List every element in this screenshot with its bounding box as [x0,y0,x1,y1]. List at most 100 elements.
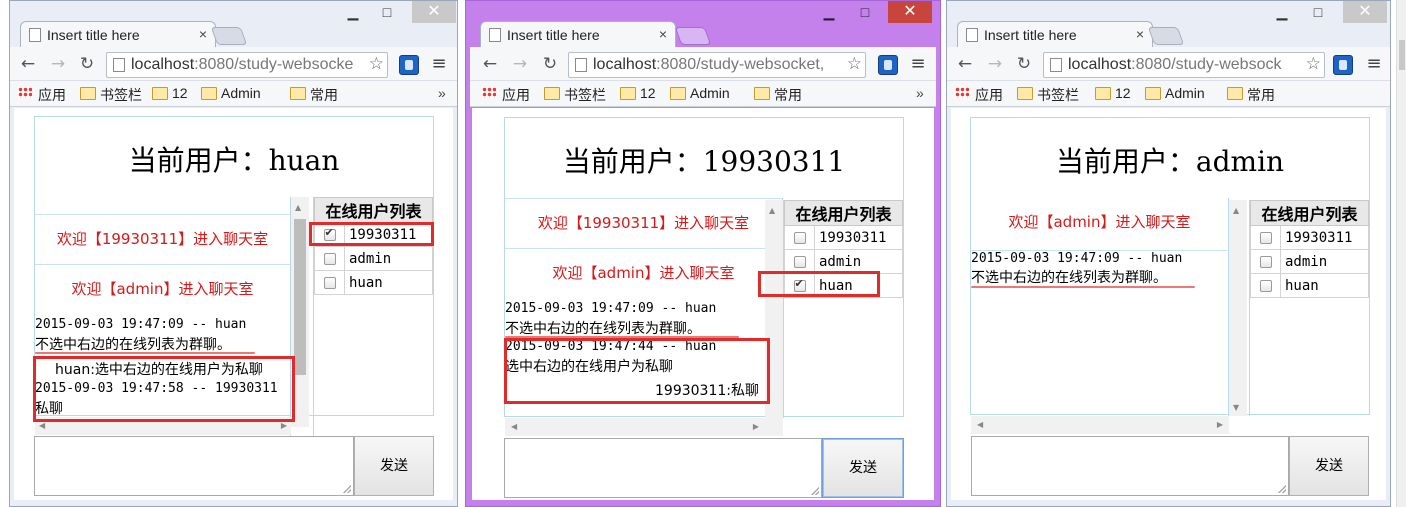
send-button[interactable]: 发送 [354,436,434,496]
maximize-icon[interactable]: □ [372,1,402,23]
bookmark-folder[interactable]: 常用 [1227,85,1275,105]
bookmark-folder[interactable]: 书签栏 [1017,85,1079,105]
bookmark-folder[interactable]: 书签栏 [544,85,606,105]
menu-icon[interactable]: ≡ [909,53,927,74]
tab-close-icon[interactable]: × [199,26,207,42]
scroll-left-arrow-icon[interactable]: ◀ [511,422,517,431]
bookmark-folder[interactable]: 书签栏 [80,85,142,105]
bookmarks-more-chevron[interactable]: » [438,85,446,101]
bookmark-apps[interactable]: 应用 [482,85,530,105]
message-vertical-scrollbar[interactable]: ▲ ▼ [1229,200,1247,416]
scroll-right-arrow-icon[interactable]: ▶ [281,421,287,430]
maximize-icon[interactable]: □ [850,1,880,23]
user-row[interactable]: admin [314,246,433,271]
message-header: 2015-09-03 19:47:09 -- huan [505,301,717,316]
reload-icon[interactable]: ↻ [540,54,560,74]
menu-icon[interactable]: ≡ [430,53,448,74]
new-tab-button[interactable] [210,27,248,45]
bookmark-apps[interactable]: 应用 [18,85,66,105]
browser-toolbar: ← → ↻ localhost:8080/study-websocke ☆ ≡ [10,47,457,81]
bookmark-folder[interactable]: Admin [201,85,261,101]
page-content: 当前用户：19930311 欢迎【19930311】进入聊天室 欢迎【admin… [472,108,934,500]
bookmark-folder[interactable]: Admin [670,85,730,101]
close-icon[interactable]: ✕ [412,1,456,23]
minimize-icon[interactable]: ▁ [814,1,844,23]
address-bar[interactable]: localhost:8080/study-websocket, ☆ [568,52,866,78]
scroll-thumb[interactable] [1399,40,1405,70]
browser-tab[interactable]: Insert title here × [957,21,1153,47]
reload-icon[interactable]: ↻ [77,54,97,74]
scroll-up-arrow-icon[interactable]: ▲ [295,203,301,212]
bookmarks-bar: 应用 书签栏 12 Admin 常用 » [10,81,457,107]
back-arrow-icon[interactable]: ← [18,54,38,74]
new-tab-button[interactable] [674,27,712,45]
send-button[interactable]: 发送 [822,438,904,498]
scroll-right-arrow-icon[interactable]: ▶ [1217,420,1223,429]
message-horizontal-scrollbar[interactable]: ◀ ▶ [505,418,783,436]
user-row[interactable]: 19930311 [1250,225,1369,250]
scroll-up-arrow-icon[interactable]: ▲ [769,206,775,215]
reload-icon[interactable]: ↻ [1014,54,1034,74]
bookmark-star-icon[interactable]: ☆ [1305,54,1321,74]
checkbox-icon[interactable] [323,276,336,289]
user-row[interactable]: 19930311 [784,225,903,250]
extension-icon[interactable] [1333,55,1353,75]
forward-arrow-icon[interactable]: → [48,54,68,74]
bookmark-folder[interactable]: 常用 [754,85,802,105]
address-bar[interactable]: localhost:8080/study-websock ☆ [1043,52,1325,78]
bookmark-apps[interactable]: 应用 [955,85,1003,105]
message-input[interactable] [504,438,822,498]
scroll-thumb[interactable] [294,219,306,375]
close-icon[interactable]: ✕ [1343,1,1387,23]
tab-close-icon[interactable]: × [659,26,667,42]
send-button[interactable]: 发送 [1289,436,1369,496]
checkbox-icon[interactable] [1259,231,1272,244]
scroll-up-arrow-icon[interactable]: ▲ [1233,206,1239,215]
message-input[interactable] [971,436,1289,496]
tab-strip: Insert title here × ▁ □ ✕ [466,1,940,47]
bookmarks-more-chevron[interactable]: » [916,85,924,101]
user-row[interactable]: admin [1250,249,1369,274]
bookmark-star-icon[interactable]: ☆ [368,54,384,74]
message-horizontal-scrollbar[interactable]: ◀ ▶ [971,416,1229,434]
scroll-down-arrow-icon[interactable]: ▼ [1233,403,1239,412]
scroll-right-arrow-icon[interactable]: ▶ [753,422,759,431]
menu-icon[interactable]: ≡ [1365,53,1383,74]
maximize-icon[interactable]: □ [1303,1,1333,23]
bookmark-star-icon[interactable]: ☆ [846,54,862,74]
extension-icon[interactable] [399,55,419,75]
new-tab-button[interactable] [1147,27,1185,45]
bookmark-folder[interactable]: 常用 [290,85,338,105]
extension-icon[interactable] [878,55,898,75]
desktop-right-scrollbar[interactable] [1396,0,1406,507]
forward-arrow-icon[interactable]: → [985,54,1005,74]
forward-arrow-icon[interactable]: → [510,54,530,74]
checkbox-icon[interactable] [1259,279,1272,292]
user-name: 19930311 [814,225,903,250]
online-user-list-title: 在线用户列表 [1250,200,1369,226]
close-icon[interactable]: ✕ [888,1,932,23]
back-arrow-icon[interactable]: ← [480,54,500,74]
bookmark-folder[interactable]: 12 [152,85,188,101]
checkbox-icon[interactable] [1259,255,1272,268]
address-bar[interactable]: localhost:8080/study-websocke ☆ [106,52,388,78]
message-header: 2015-09-03 19:47:09 -- huan [35,317,247,332]
minimize-icon[interactable]: ▁ [338,1,368,23]
bookmark-folder[interactable]: Admin [1145,85,1205,101]
minimize-icon[interactable]: ▁ [1267,1,1297,23]
back-arrow-icon[interactable]: ← [955,54,975,74]
message-input[interactable] [34,436,354,496]
browser-tab[interactable]: Insert title here × [480,21,676,47]
tab-close-icon[interactable]: × [1136,26,1144,42]
checkbox-icon[interactable] [793,255,806,268]
checkbox-icon[interactable] [323,252,336,265]
user-row[interactable]: admin [784,249,903,274]
browser-tab[interactable]: Insert title here × [20,21,216,47]
bookmark-folder[interactable]: 12 [620,85,656,101]
user-row[interactable]: huan [314,270,433,295]
checkbox-icon[interactable] [793,231,806,244]
user-row[interactable]: huan [1250,273,1369,298]
scroll-left-arrow-icon[interactable]: ◀ [39,421,45,430]
bookmark-folder[interactable]: 12 [1095,85,1131,101]
scroll-left-arrow-icon[interactable]: ◀ [977,420,983,429]
